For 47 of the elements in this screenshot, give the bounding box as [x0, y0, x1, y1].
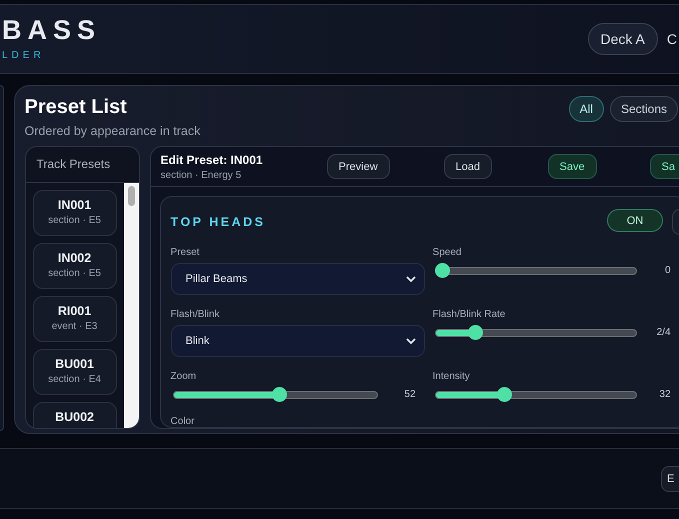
slider-label: Flash/Blink Rate	[432, 309, 506, 320]
slider-thumb[interactable]	[468, 325, 484, 340]
slider[interactable]	[434, 263, 637, 278]
chevron-down-icon	[406, 338, 416, 344]
slider-thumb[interactable]	[496, 387, 512, 402]
action-button[interactable]: Sa	[650, 154, 679, 179]
slider-value: 2/4	[656, 327, 671, 338]
preset-item[interactable]: IN001 section · E5	[32, 190, 117, 236]
logo-tagline: LDER	[2, 50, 46, 61]
preset-item[interactable]: BU001 section · E4	[32, 349, 117, 395]
field-label: Color	[170, 416, 194, 427]
deck-button[interactable]: Deck A	[588, 23, 658, 55]
slider-label: Speed	[432, 247, 462, 258]
dropdown[interactable]: Pillar Beams	[170, 263, 425, 295]
preset-item[interactable]: RI001 event · E3	[32, 296, 117, 342]
slider[interactable]	[434, 387, 637, 402]
filter-chip[interactable]: Sections	[610, 96, 678, 122]
action-button[interactable]: Save	[548, 154, 597, 179]
slider-value: 0	[664, 265, 671, 276]
slider-label: Intensity	[432, 371, 470, 382]
slider-thumb[interactable]	[272, 387, 287, 402]
slider[interactable]	[172, 387, 378, 402]
editor-title: Edit Preset: IN001	[160, 152, 264, 166]
filter-chip[interactable]: All	[568, 96, 604, 122]
chevron-down-icon	[406, 276, 416, 282]
slider-value: 32	[658, 389, 671, 400]
action-button[interactable]: Load	[444, 154, 492, 179]
card-subtitle: Ordered by appearance in track	[24, 124, 200, 138]
logo-text: BASS	[2, 17, 102, 44]
slider-thumb[interactable]	[434, 263, 450, 278]
slider[interactable]	[434, 325, 637, 340]
field-label: Preset	[170, 247, 200, 258]
footer-button[interactable]: E	[661, 466, 679, 492]
preset-item[interactable]: IN002 section · E5	[32, 243, 117, 289]
action-button[interactable]: Preview	[326, 154, 390, 179]
editor-subtitle: section · Energy 5	[160, 170, 242, 180]
toggle-button[interactable]: ON	[607, 209, 663, 232]
scrollbar-thumb[interactable]	[128, 186, 135, 206]
slider-label: Zoom	[170, 371, 196, 382]
scrollbar[interactable]	[124, 183, 139, 428]
field-label: Flash/Blink	[170, 309, 220, 320]
card-title: Preset List	[24, 96, 128, 119]
slider-value: 52	[403, 389, 416, 400]
section-title: TOP HEADS	[170, 215, 266, 229]
preset-item[interactable]: BU002	[32, 402, 117, 428]
deck-button[interactable]: C	[666, 23, 679, 55]
dropdown[interactable]: Blink	[170, 325, 425, 357]
